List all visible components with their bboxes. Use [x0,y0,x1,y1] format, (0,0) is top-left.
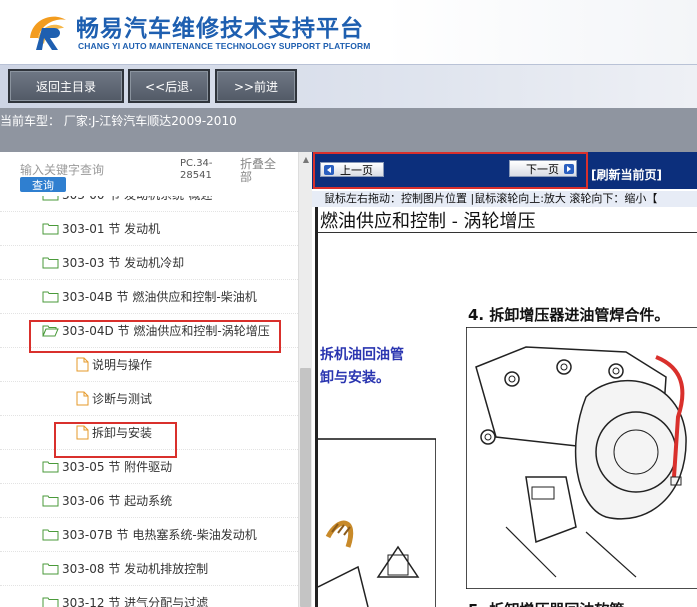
reference-link-line2[interactable]: 卸与安装。 [320,367,390,387]
folder-open-icon [42,325,59,337]
reference-link-line1[interactable]: 拆机油回油管 [320,344,404,364]
next-page-button[interactable]: 下一页 [509,160,577,177]
brand-subtitle: CHANG YI AUTO MAINTENANCE TECHNOLOGY SUP… [78,41,371,51]
tree-item-label: 说明与操作 [92,358,153,372]
tree-item-label: 303-00 节 发动机系统-概述 [62,196,212,203]
tree-item-label: 诊断与测试 [92,392,153,406]
document-viewer: 上一页 下一页 [刷新当前页] 鼠标左右拖动：控制图片位置 |鼠标滚轮向上:放大… [312,152,697,607]
tree-item-label: 303-04B 节 燃油供应和控制-柴油机 [62,290,257,304]
tree-folder-item[interactable]: 303-03 节 发动机冷却 [0,246,298,280]
tree-folder-item[interactable]: 303-05 节 附件驱动 [0,450,298,484]
forward-button[interactable]: >>前进 [215,69,297,103]
logo-icon [24,8,72,56]
document-icon [76,391,89,406]
document-page[interactable]: 燃油供应和控制 - 涡轮增压 4. 拆卸增压器进油管焊合件。 拆机油回油管 卸与… [315,207,697,607]
tree-doc-item[interactable]: 拆卸与安装 [0,416,298,450]
tree-item-label: 303-01 节 发动机 [62,222,161,236]
tree-folder-item[interactable]: 303-08 节 发动机排放控制 [0,552,298,586]
scroll-up-arrow-icon[interactable]: ▲ [299,152,313,166]
tree-item-label: 303-08 节 发动机排放控制 [62,562,209,576]
home-button[interactable]: 返回主目录 [8,69,124,103]
catalog-tree: 303-00 节 发动机系统-概述 303-01 节 发动机 303-03 节 发动… [0,196,298,607]
folder-icon [42,563,59,575]
tree-scrollbar[interactable]: ▲ [298,152,312,607]
document-title: 燃油供应和控制 - 涡轮增压 [320,211,536,232]
page-nav-bar: 上一页 下一页 [刷新当前页] [312,152,697,189]
document-icon [76,425,89,440]
title-divider [318,232,697,233]
viewer-hint-bar: 鼠标左右拖动：控制图片位置 |鼠标滚轮向上:放大 滚轮向下：缩小【 [312,191,697,207]
app-header: 畅易汽车维修技术支持平台 CHANG YI AUTO MAINTENANCE T… [0,0,697,64]
current-model-label: 当前车型： 厂家:J-江铃汽车顺达2009-2010 [0,114,237,128]
search-area: 查询 PC.34-28541 折叠全部 [0,152,300,196]
tree-folder-item[interactable]: 303-04B 节 燃油供应和控制-柴油机 [0,280,298,314]
folder-icon [42,529,59,541]
tree-folder-item[interactable]: 303-07B 节 电热塞系统-柴油发动机 [0,518,298,552]
tree-item-label: 303-06 节 起动系统 [62,494,173,508]
tree-doc-item[interactable]: 说明与操作 [0,348,298,382]
folder-icon [42,196,59,201]
tree-doc-item[interactable]: 诊断与测试 [0,382,298,416]
folder-icon [42,257,59,269]
step-5-text: 5. 拆卸增压器回油软管 [468,599,624,607]
oil-return-illustration [318,438,436,607]
turbocharger-illustration [466,327,697,589]
refresh-page-button[interactable]: [刷新当前页] [591,166,662,183]
tree-item-label: 303-05 节 附件驱动 [62,460,173,474]
pc-code-label: PC.34-28541 [180,158,213,181]
tree-item-label: 303-04D 节 燃油供应和控制-涡轮增压 [62,324,270,338]
folder-icon [42,495,59,507]
step-4-text: 4. 拆卸增压器进油管焊合件。 [468,306,670,324]
brand-title: 畅易汽车维修技术支持平台 [76,16,364,42]
tree-folder-item[interactable]: 303-04D 节 燃油供应和控制-涡轮增压 [0,314,298,348]
prev-page-label: 上一页 [340,163,373,177]
prev-page-button[interactable]: 上一页 [320,162,384,177]
folder-icon [42,223,59,235]
folder-icon [42,291,59,303]
tree-folder-item[interactable]: 303-12 节 进气分配与过滤 [0,586,298,607]
tree-folder-item[interactable]: 303-00 节 发动机系统-概述 [0,196,298,212]
back-button[interactable]: <<后退. [128,69,210,103]
next-page-label: 下一页 [526,162,559,176]
arrow-right-icon [564,163,574,174]
collapse-all-button[interactable]: 折叠全部 [240,158,280,184]
folder-icon [42,597,59,607]
tree-folder-item[interactable]: 303-06 节 起动系统 [0,484,298,518]
tree-item-label: 303-07B 节 电热塞系统-柴油发动机 [62,528,257,542]
document-icon [76,357,89,372]
scroll-thumb[interactable] [300,368,311,607]
tree-folder-item[interactable]: 303-01 节 发动机 [0,212,298,246]
tree-item-label: 拆卸与安装 [92,426,153,440]
catalog-panel: 查询 PC.34-28541 折叠全部 303-00 节 发动机系统-概述303… [0,152,312,607]
tree-item-label: 303-12 节 进气分配与过滤 [62,596,209,607]
folder-icon [42,461,59,473]
arrow-left-icon [324,164,334,175]
current-model-bar: 当前车型： 厂家:J-江铃汽车顺达2009-2010 [0,108,697,152]
main-toolbar: 返回主目录 <<后退. >>前进 [0,64,697,108]
tree-item-label: 303-03 节 发动机冷却 [62,256,185,270]
search-button[interactable]: 查询 [20,177,66,192]
